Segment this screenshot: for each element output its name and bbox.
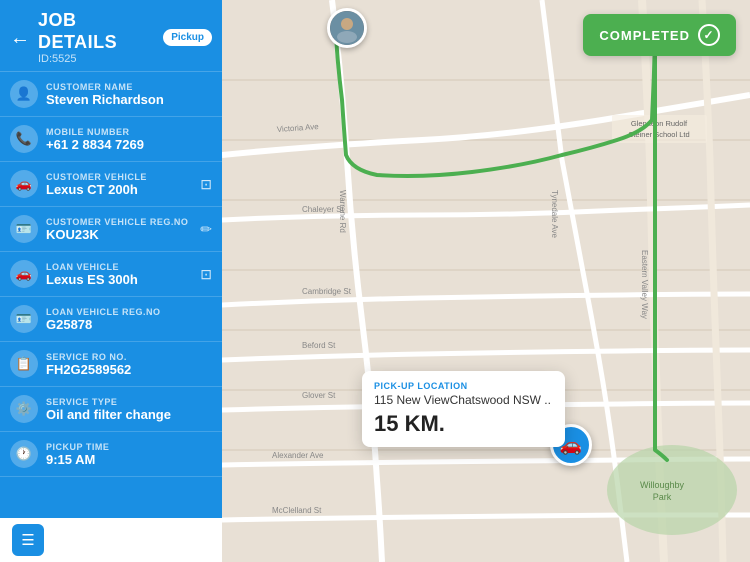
service-ro-row: 📋 SERVICE RO NO. FH2G2589562 [0, 342, 222, 387]
svg-text:Tynedale Ave: Tynedale Ave [550, 190, 559, 238]
pickup-info-popup: PICK-UP LOCATION 115 New ViewChatswood N… [362, 371, 565, 447]
loan-scan-icon[interactable]: ⊡ [200, 266, 212, 283]
customer-name-value: Steven Richardson [46, 92, 212, 107]
service-ro-label: SERVICE RO NO. [46, 352, 212, 362]
customer-reg-value: KOU23K [46, 227, 192, 242]
service-type-value: Oil and filter change [46, 407, 212, 422]
check-icon: ✓ [703, 28, 714, 42]
check-circle-icon: ✓ [698, 24, 720, 46]
car-icon: 🚗 [10, 170, 38, 198]
pickup-time-content: PICKUP TIME 9:15 AM [46, 442, 212, 467]
pickup-address: 115 New ViewChatswood NSW .. [374, 393, 551, 407]
loan-vehicle-value: Lexus ES 300h [46, 272, 192, 287]
scan-icon[interactable]: ⊡ [200, 176, 212, 193]
svg-text:Glover St: Glover St [302, 391, 336, 400]
loan-vehicle-label: LOAN VEHICLE [46, 262, 192, 272]
customer-vehicle-label: CUSTOMER VEHICLE [46, 172, 192, 182]
svg-text:Eastern Valley Way: Eastern Valley Way [640, 250, 649, 319]
svg-text:Glenaeon Rudolf: Glenaeon Rudolf [631, 119, 688, 128]
svg-text:Beford St: Beford St [302, 341, 336, 350]
header: ← JOB DETAILS ID:5525 Pickup [0, 0, 222, 72]
edit-icon[interactable]: ✏ [200, 221, 212, 238]
pickup-marker [327, 8, 367, 48]
header-title-block: JOB DETAILS ID:5525 [38, 10, 155, 65]
loan-car-icon: 🚗 [10, 260, 38, 288]
phone-icon: 📞 [10, 125, 38, 153]
pickup-time-row: 🕐 PICKUP TIME 9:15 AM [0, 432, 222, 477]
pickup-time-value: 9:15 AM [46, 452, 212, 467]
map-area: Willoughby Park Glenaeon Rudolf Steiner … [222, 0, 750, 562]
customer-reg-content: CUSTOMER VEHICLE REG.NO KOU23K [46, 217, 192, 242]
svg-text:Willoughby: Willoughby [640, 480, 685, 490]
customer-name-label: CUSTOMER NAME [46, 82, 212, 92]
list-view-button[interactable]: ☰ [12, 524, 44, 556]
customer-vehicle-row: 🚗 CUSTOMER VEHICLE Lexus CT 200h ⊡ [0, 162, 222, 207]
id-card-icon: 🪪 [10, 215, 38, 243]
loan-reg-row: 🪪 LOAN VEHICLE REG.NO G25878 [0, 297, 222, 342]
clock-icon: 🕐 [10, 440, 38, 468]
info-list: 👤 CUSTOMER NAME Steven Richardson 📞 MOBI… [0, 72, 222, 518]
service-ro-value: FH2G2589562 [46, 362, 212, 377]
service-type-content: SERVICE TYPE Oil and filter change [46, 397, 212, 422]
loan-reg-icon: 🪪 [10, 305, 38, 333]
mobile-number-row: 📞 MOBILE NUMBER +61 2 8834 7269 [0, 117, 222, 162]
service-type-label: SERVICE TYPE [46, 397, 212, 407]
loan-vehicle-content: LOAN VEHICLE Lexus ES 300h [46, 262, 192, 287]
back-button[interactable]: ← [10, 28, 30, 48]
customer-name-row: 👤 CUSTOMER NAME Steven Richardson [0, 72, 222, 117]
list-icon: ☰ [21, 531, 34, 549]
loan-vehicle-row: 🚗 LOAN VEHICLE Lexus ES 300h ⊡ [0, 252, 222, 297]
completed-button[interactable]: COMPLETED ✓ [583, 14, 736, 56]
page-title: JOB DETAILS [38, 10, 155, 53]
mobile-label: MOBILE NUMBER [46, 127, 212, 137]
map-svg: Willoughby Park Glenaeon Rudolf Steiner … [222, 0, 750, 562]
avatar-marker [327, 8, 367, 48]
svg-text:McClelland St: McClelland St [272, 506, 322, 515]
service-ro-icon: 📋 [10, 350, 38, 378]
service-ro-content: SERVICE RO NO. FH2G2589562 [46, 352, 212, 377]
svg-text:Alexander Ave: Alexander Ave [272, 451, 324, 460]
customer-reg-row: 🪪 CUSTOMER VEHICLE REG.NO KOU23K ✏ [0, 207, 222, 252]
pickup-distance: 15 KM. [374, 411, 551, 437]
customer-vehicle-value: Lexus CT 200h [46, 182, 192, 197]
service-type-row: ⚙️ SERVICE TYPE Oil and filter change [0, 387, 222, 432]
mobile-value: +61 2 8834 7269 [46, 137, 212, 152]
customer-reg-label: CUSTOMER VEHICLE REG.NO [46, 217, 192, 227]
loan-reg-value: G25878 [46, 317, 212, 332]
pickup-location-label: PICK-UP LOCATION [374, 381, 551, 391]
loan-reg-label: LOAN VEHICLE REG.NO [46, 307, 212, 317]
left-panel: ← JOB DETAILS ID:5525 Pickup 👤 CUSTOMER … [0, 0, 222, 562]
customer-vehicle-content: CUSTOMER VEHICLE Lexus CT 200h [46, 172, 192, 197]
person-icon: 👤 [10, 80, 38, 108]
bottom-bar: ☰ [0, 518, 222, 562]
job-id: ID:5525 [38, 53, 155, 65]
pickup-badge: Pickup [163, 29, 212, 46]
mobile-content: MOBILE NUMBER +61 2 8834 7269 [46, 127, 212, 152]
svg-text:Cambridge St: Cambridge St [302, 287, 352, 296]
customer-name-content: CUSTOMER NAME Steven Richardson [46, 82, 212, 107]
svg-text:Chaleyer St: Chaleyer St [302, 205, 345, 214]
completed-label: COMPLETED [599, 28, 690, 43]
pickup-time-label: PICKUP TIME [46, 442, 212, 452]
svg-text:Park: Park [653, 492, 672, 502]
loan-reg-content: LOAN VEHICLE REG.NO G25878 [46, 307, 212, 332]
gear-icon: ⚙️ [10, 395, 38, 423]
